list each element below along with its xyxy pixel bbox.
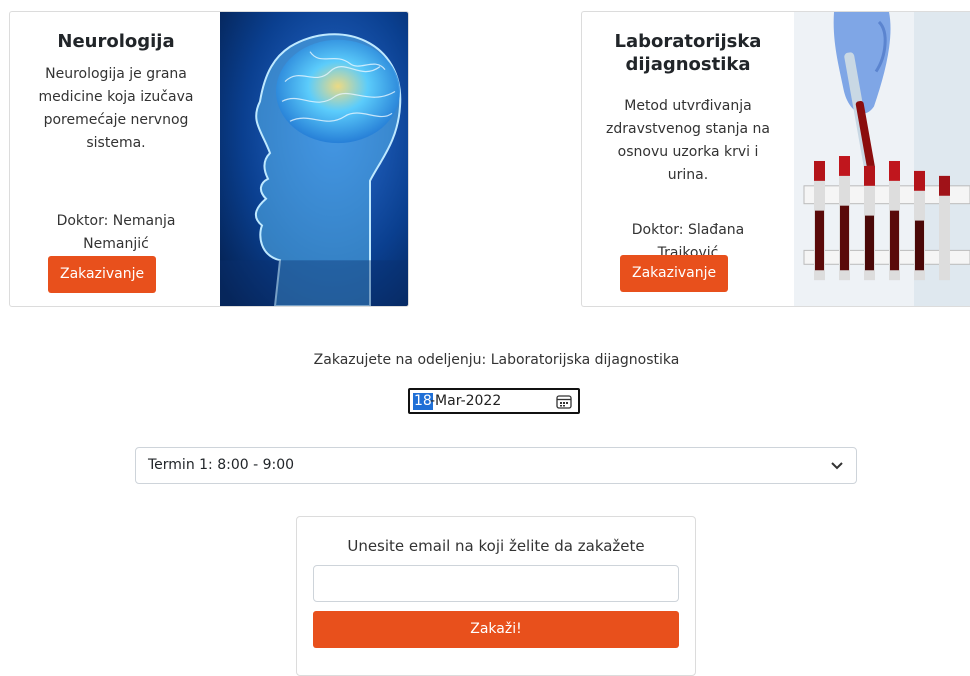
chevron-down-icon bbox=[831, 462, 843, 470]
lab-test-tubes-image bbox=[794, 12, 970, 306]
card-body: Laboratorijska dijagnostika Metod utvrđi… bbox=[582, 12, 794, 306]
time-slot-selected: Termin 1: 8:00 - 9:00 bbox=[148, 457, 295, 473]
department-card-laboratory: Laboratorijska dijagnostika Metod utvrđi… bbox=[581, 11, 970, 307]
date-picker-input[interactable]: 18 -Mar-2022 bbox=[408, 388, 580, 414]
card-description: Metod utvrđivanja zdravstvenog stanja na… bbox=[606, 98, 770, 183]
submit-booking-button[interactable]: Zakaži! bbox=[313, 611, 679, 648]
card-body: Neurologija Neurologija je grana medicin… bbox=[10, 12, 222, 306]
calendar-icon[interactable] bbox=[556, 394, 572, 409]
email-label: Unesite email na koji želite da zakažete bbox=[347, 537, 645, 555]
email-field[interactable] bbox=[313, 565, 679, 602]
schedule-button-laboratory[interactable]: Zakazivanje bbox=[620, 255, 729, 292]
department-info-text: Zakazujete na odeljenju: Laboratorijska … bbox=[313, 352, 680, 368]
brain-head-image bbox=[220, 12, 408, 306]
doctor-name: Doktor: Nemanja Nemanjić bbox=[56, 213, 176, 252]
card-description: Neurologija je grana medicine koja izuča… bbox=[38, 66, 194, 151]
email-booking-form: Unesite email na koji želite da zakažete… bbox=[296, 516, 696, 676]
date-month-year: -Mar-2022 bbox=[430, 393, 502, 409]
department-card-neurology: Neurologija Neurologija je grana medicin… bbox=[9, 11, 409, 307]
schedule-button-neurology[interactable]: Zakazivanje bbox=[48, 256, 157, 293]
card-title: Neurologija bbox=[57, 31, 175, 52]
card-title: Laboratorijska dijagnostika bbox=[614, 31, 762, 75]
time-slot-select[interactable]: Termin 1: 8:00 - 9:00 bbox=[135, 447, 857, 484]
